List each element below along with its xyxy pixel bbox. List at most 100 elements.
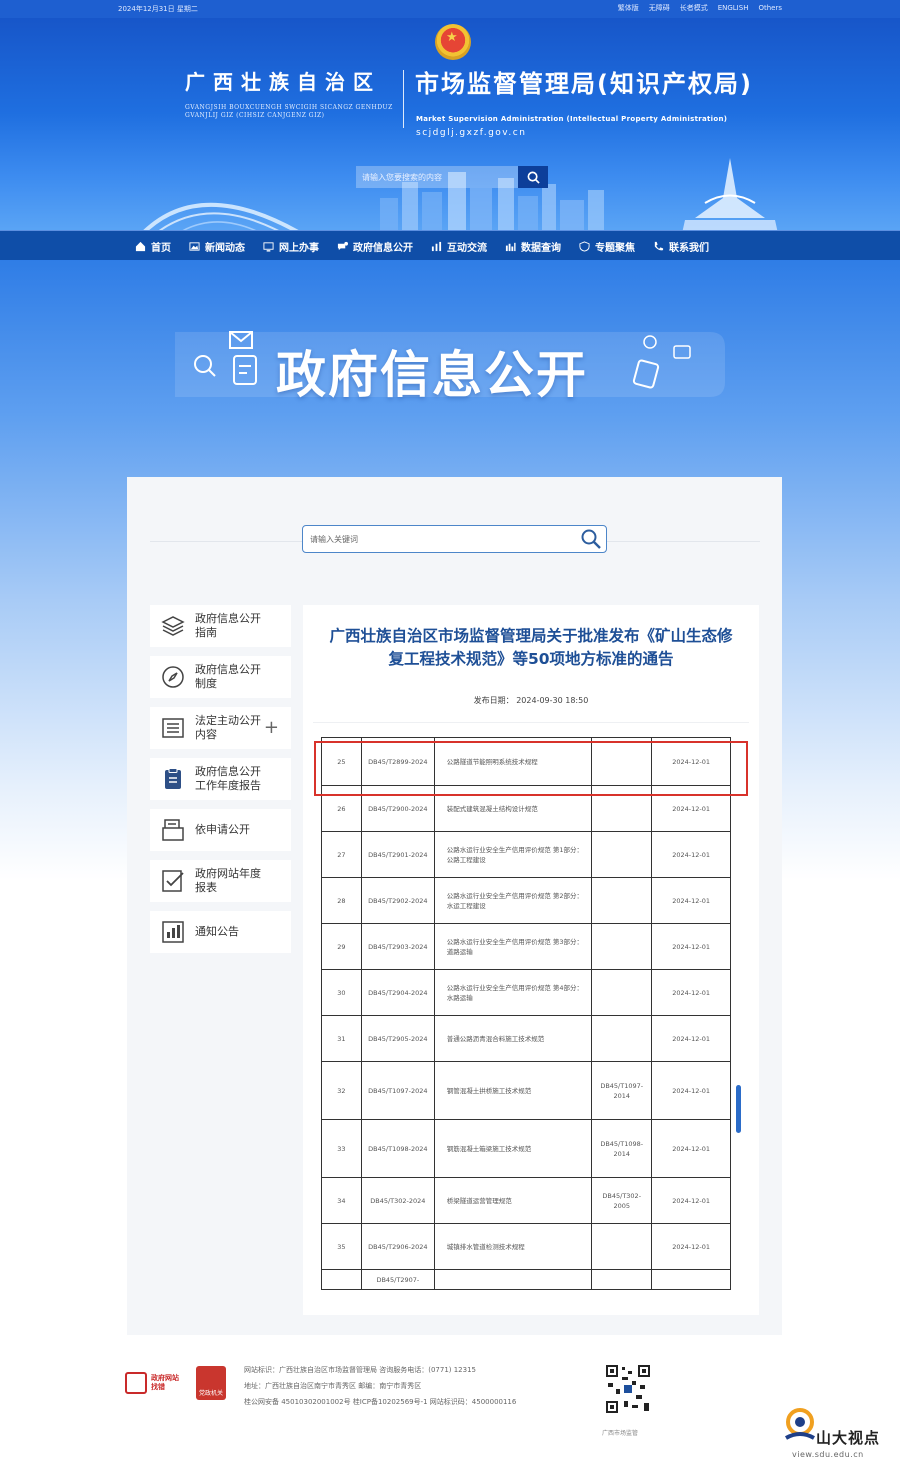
nav-item-topics[interactable]: 专题聚焦 — [579, 239, 635, 254]
standard-code: DB45/T1098-2024 — [360, 1119, 435, 1178]
replaced-standard — [591, 1223, 653, 1270]
table-row: 33 DB45/T1098-2024 钢筋混凝土箱梁施工技术规范 DB45/T1098… — [321, 1119, 731, 1178]
replaced-standard — [591, 877, 653, 924]
effective-date: 2024-12-01 — [651, 831, 731, 878]
article-title: 广西壮族自治区市场监督管理局关于批准发布《矿山生态修复工程技术规范》等50项地方… — [329, 627, 733, 668]
main-nav: 首页 新闻动态 网上办事 政府信息公开 互动交流 数据查询 专题聚焦 联系我们 — [0, 230, 900, 260]
list-icon — [162, 718, 184, 738]
standard-name: 公路水运行业安全生产信用评价规范 第3部分：道路运输 — [433, 923, 593, 970]
replaced-standard — [591, 923, 653, 970]
home-icon — [135, 241, 146, 252]
expand-plus-icon[interactable]: + — [264, 717, 279, 738]
sidebar-item-on-request[interactable]: 依申请公开 — [150, 809, 291, 851]
sidebar-item-label: 政府信息公开制度 — [195, 663, 261, 690]
table-row: 28 DB45/T2902-2024 公路水运行业安全生产信用评价规范 第2部分：水… — [321, 877, 731, 924]
image-icon — [189, 242, 200, 251]
nav-label: 政府信息公开 — [353, 243, 413, 254]
standard-name: 桥梁隧道运营管理规范 — [433, 1177, 593, 1224]
row-number: 35 — [321, 1223, 362, 1270]
replaced-standard — [591, 969, 653, 1016]
sidebar-item-notices[interactable]: 通知公告 — [150, 911, 291, 953]
utility-links: 繁体版 无障碍 长者模式 ENGLISH Others — [618, 3, 782, 13]
utility-link-accessibility[interactable]: 无障碍 — [649, 3, 670, 13]
table-row: 34 DB45/T302-2024 桥梁隧道运营管理规范 DB45/T302-2005… — [321, 1177, 731, 1224]
clipboard-icon — [165, 768, 181, 789]
utility-link-elder[interactable]: 长者模式 — [680, 3, 708, 13]
standard-code: DB45/T2907- — [360, 1269, 435, 1290]
nav-item-interaction[interactable]: 互动交流 — [431, 239, 487, 254]
nav-item-home[interactable]: 首页 — [135, 239, 171, 254]
utility-link-english[interactable]: ENGLISH — [718, 4, 749, 12]
sidebar-item-label: 法定主动公开内容 — [195, 714, 261, 741]
compass-icon — [162, 666, 184, 688]
watermark-url: view.sdu.edu.cn — [792, 1450, 864, 1459]
sidebar-item-annual-report[interactable]: 政府信息公开工作年度报告 — [150, 758, 291, 800]
nav-item-data-query[interactable]: 数据查询 — [505, 239, 561, 254]
agency-name: 市场监督管理局(知识产权局) — [415, 70, 753, 98]
report-icon — [162, 921, 184, 943]
national-emblem-icon — [435, 24, 471, 60]
replaced-standard: DB45/T1098-2014 — [591, 1119, 653, 1178]
effective-date: 2024-12-01 — [651, 877, 731, 924]
effective-date: 2024-12-01 — [651, 923, 731, 970]
keyword-search-input[interactable] — [303, 534, 576, 544]
phone-icon — [654, 241, 664, 251]
effective-date: 2024-12-01 — [651, 1223, 731, 1270]
footer-line: 网站标识：广西壮族自治区市场监督管理局 咨询服务电话：(0771) 12315 — [244, 1366, 476, 1374]
article-divider — [313, 722, 749, 723]
header-search-button[interactable] — [518, 166, 548, 188]
watermark-logo-icon — [785, 1408, 815, 1440]
party-gov-badge[interactable]: 党政机关 — [196, 1366, 226, 1400]
publish-date-label: 发布日期： — [473, 696, 514, 705]
gov-site-error-logo[interactable]: 政府网站找错 — [125, 1372, 185, 1394]
nav-label: 首页 — [151, 243, 171, 254]
content-search — [302, 525, 607, 553]
replaced-standard — [591, 1269, 653, 1290]
sidebar-item-statutory[interactable]: 法定主动公开内容 + — [150, 707, 291, 749]
row-number: 30 — [321, 969, 362, 1016]
replaced-standard — [591, 831, 653, 878]
standard-name: 钢筋混凝土箱梁施工技术规范 — [433, 1119, 593, 1178]
sidebar-item-label: 政府信息公开指南 — [195, 612, 261, 639]
standard-code: DB45/T2903-2024 — [360, 923, 435, 970]
sidebar-item-guide[interactable]: 政府信息公开指南 — [150, 605, 291, 647]
standard-code: DB45/T2906-2024 — [360, 1223, 435, 1270]
document-icon — [162, 819, 184, 841]
keyword-search-button[interactable] — [576, 528, 606, 550]
watermark: 山大视点 view.sdu.edu.cn — [780, 1400, 900, 1462]
nav-item-gov-info[interactable]: 政府信息公开 — [337, 239, 413, 254]
search-icon — [581, 529, 601, 549]
header-search-input[interactable] — [356, 166, 518, 188]
standards-table: 25 DB45/T2899-2024 公路隧道节能照明系统技术规程 2024-12-0… — [321, 737, 731, 1290]
table-row: 31 DB45/T2905-2024 普通公路沥青混合料施工技术规范 2024-12-… — [321, 1015, 731, 1062]
utility-link-traditional[interactable]: 繁体版 — [618, 3, 639, 13]
header-divider — [403, 70, 404, 128]
standard-code: DB45/T2901-2024 — [360, 831, 435, 878]
nav-label: 互动交流 — [447, 243, 487, 254]
standard-name: 普通公路沥青混合料施工技术规范 — [433, 1015, 593, 1062]
sidebar-item-website-report[interactable]: 政府网站年度报表 — [150, 860, 291, 902]
row-number — [321, 1269, 362, 1290]
convention-center-illustration — [682, 158, 778, 230]
row-number: 31 — [321, 1015, 362, 1062]
scrollbar-thumb[interactable] — [736, 1085, 741, 1133]
nav-item-contact[interactable]: 联系我们 — [653, 239, 709, 254]
nav-item-news[interactable]: 新闻动态 — [189, 239, 245, 254]
region-name-zhuang: GVANGJSIH BOUXCUENGH SWCIGIH SICANGZ GEN… — [185, 104, 393, 119]
effective-date: 2024-12-01 — [651, 1177, 731, 1224]
article-date: 发布日期： 2024-09-30 18:50 — [303, 695, 759, 706]
standard-name: 城镇排水管道检测技术规程 — [433, 1223, 593, 1270]
sidebar-item-system[interactable]: 政府信息公开制度 — [150, 656, 291, 698]
table-row: 30 DB45/T2904-2024 公路水运行业安全生产信用评价规范 第4部分：水… — [321, 969, 731, 1016]
standard-code: DB45/T2904-2024 — [360, 969, 435, 1016]
nav-label: 专题聚焦 — [595, 243, 635, 254]
nav-item-online-service[interactable]: 网上办事 — [263, 239, 319, 254]
standard-code: DB45/T302-2024 — [360, 1177, 435, 1224]
sidebar-item-label: 政府网站年度报表 — [195, 867, 261, 894]
row-number: 28 — [321, 877, 362, 924]
header-search — [356, 166, 548, 188]
stadium-arch-illustration — [143, 202, 299, 230]
row-number: 34 — [321, 1177, 362, 1224]
utility-link-others[interactable]: Others — [758, 4, 782, 12]
standard-code: DB45/T1097-2024 — [360, 1061, 435, 1120]
